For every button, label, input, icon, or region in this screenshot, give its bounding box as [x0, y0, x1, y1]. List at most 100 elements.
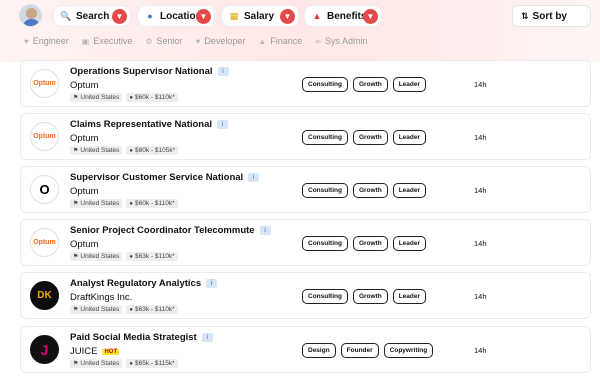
flag-icon: ⚑: [73, 254, 79, 260]
location-tag: ⚑ United States: [70, 305, 123, 314]
company-logo: J: [30, 335, 59, 364]
avatar-shirt: [23, 19, 40, 26]
skill-tag[interactable]: Growth: [352, 183, 388, 198]
skill-tag[interactable]: Leader: [392, 236, 427, 251]
sort-by-button[interactable]: ⇅ Sort by: [512, 5, 591, 27]
location-text: United States: [80, 306, 120, 313]
chevron-down-icon[interactable]: ▼: [112, 9, 127, 24]
job-card[interactable]: Optum Operations Supervisor National i Op…: [20, 60, 591, 107]
salary-tag: ● $65k - $115k*: [126, 359, 178, 368]
info-icon: i: [217, 67, 229, 76]
search-icon: 🔍: [60, 10, 72, 21]
skill-tag[interactable]: Growth: [352, 236, 388, 251]
chip-sys-admin[interactable]: ∞ Sys Admin: [311, 34, 374, 48]
company-logo: O: [30, 175, 59, 204]
sort-icon: ⇅: [521, 10, 529, 21]
job-card[interactable]: J Paid Social Media Strategist i JUICE HOT…: [20, 326, 591, 373]
skill-tag[interactable]: Leader: [392, 77, 427, 92]
company-name: Optum: [70, 186, 99, 197]
posted-age: 14h: [474, 133, 487, 142]
salary-tag: ● $80k - $105k*: [126, 146, 179, 155]
company-name: Optum: [70, 133, 99, 144]
skill-tag[interactable]: Consulting: [302, 183, 348, 198]
job-meta: ⚑ United States ● $63k - $110k*: [70, 252, 178, 261]
infinity-icon: ∞: [315, 36, 321, 46]
job-title[interactable]: Operations Supervisor National i: [70, 66, 229, 77]
chip-label: Senior: [156, 36, 183, 46]
skill-tag[interactable]: Founder: [340, 343, 379, 358]
salary-text: $60k - $110k*: [135, 94, 175, 101]
benefits-filter-label: Benefits: [327, 10, 367, 22]
hot-badge: HOT: [102, 348, 120, 355]
job-title[interactable]: Claims Representative National i: [70, 119, 229, 130]
location-filter[interactable]: ● Location ▼: [137, 5, 215, 27]
skill-tag[interactable]: Leader: [392, 183, 427, 198]
skill-tag[interactable]: Growth: [352, 289, 388, 304]
category-chips: ♥ Engineer ▣ Executive ⚙ Senior ♥ Developer …: [20, 34, 377, 48]
company-name-text: Optum: [70, 186, 99, 197]
skill-tag[interactable]: Design: [302, 343, 336, 358]
job-card[interactable]: Optum Senior Project Coordinator Telecom…: [20, 219, 591, 266]
salary-text: $63k - $110k*: [135, 253, 175, 260]
job-meta: ⚑ United States ● $60k - $110k*: [70, 93, 178, 102]
skill-tags: Consulting Growth Leader: [302, 236, 427, 251]
job-title-text: Analyst Regulatory Analytics: [70, 278, 202, 289]
skill-tags: Consulting Growth Leader: [302, 130, 427, 145]
skill-tag[interactable]: Leader: [392, 130, 427, 145]
chip-label: Executive: [93, 36, 133, 46]
chevron-down-icon[interactable]: ▼: [196, 9, 211, 24]
job-title-text: Claims Representative National: [70, 119, 213, 130]
avatar[interactable]: [19, 4, 42, 27]
company-logo: Optum: [30, 228, 59, 257]
money-bag-icon: ●: [129, 147, 134, 154]
job-title[interactable]: Senior Project Coordinator Telecommute i: [70, 225, 271, 236]
skill-tag[interactable]: Growth: [352, 130, 388, 145]
money-bag-icon: ●: [129, 94, 134, 101]
job-card[interactable]: Optum Claims Representative National i Op…: [20, 113, 591, 160]
skill-tags: Consulting Growth Leader: [302, 183, 427, 198]
skill-tag[interactable]: Consulting: [302, 236, 348, 251]
skill-tag[interactable]: Leader: [392, 289, 427, 304]
job-title[interactable]: Supervisor Customer Service National i: [70, 172, 260, 183]
job-title-text: Operations Supervisor National: [70, 66, 213, 77]
location-text: United States: [80, 200, 120, 207]
chip-label: Developer: [204, 36, 246, 46]
company-name: JUICE HOT: [70, 346, 120, 357]
location-tag: ⚑ United States: [70, 359, 123, 368]
skill-tag[interactable]: Consulting: [302, 77, 348, 92]
benefits-icon: ▲: [312, 11, 322, 21]
chevron-down-icon[interactable]: ▼: [280, 9, 295, 24]
search-filter[interactable]: 🔍 Search ▼: [53, 5, 131, 27]
skill-tags: Design Founder Copywriting: [302, 343, 434, 358]
chevron-down-icon[interactable]: ▼: [363, 9, 378, 24]
chip-label: Finance: [270, 36, 303, 46]
chip-developer[interactable]: ♥ Developer: [192, 34, 253, 48]
skill-tag[interactable]: Growth: [352, 77, 388, 92]
location-tag: ⚑ United States: [70, 146, 123, 155]
chip-senior[interactable]: ⚙ Senior: [141, 34, 189, 48]
flag-icon: ⚑: [73, 95, 79, 101]
chip-finance[interactable]: ▲ Finance: [254, 34, 309, 48]
job-meta: ⚑ United States ● $80k - $105k*: [70, 146, 179, 155]
chip-engineer[interactable]: ♥ Engineer: [20, 34, 76, 48]
job-card[interactable]: O Supervisor Customer Service National i …: [20, 166, 591, 213]
skill-tag[interactable]: Consulting: [302, 289, 348, 304]
company-name-text: Optum: [70, 133, 99, 144]
job-title[interactable]: Analyst Regulatory Analytics i: [70, 278, 218, 289]
skill-tag[interactable]: Copywriting: [383, 343, 434, 358]
salary-tag: ● $60k - $110k*: [126, 199, 178, 208]
job-meta: ⚑ United States ● $63k - $110k*: [70, 305, 178, 314]
job-card[interactable]: DK Analyst Regulatory Analytics i DraftKi…: [20, 272, 591, 319]
posted-age: 14h: [474, 346, 487, 355]
skill-tags: Consulting Growth Leader: [302, 77, 427, 92]
job-title[interactable]: Paid Social Media Strategist i: [70, 332, 213, 343]
company-name: Optum: [70, 239, 99, 250]
skill-tag[interactable]: Consulting: [302, 130, 348, 145]
posted-age: 14h: [474, 80, 487, 89]
salary-filter[interactable]: ▦ Salary ▼: [221, 5, 299, 27]
salary-text: $65k - $115k*: [135, 360, 175, 367]
chip-executive[interactable]: ▣ Executive: [78, 34, 140, 48]
location-text: United States: [80, 94, 120, 101]
company-name-text: DraftKings Inc.: [70, 292, 133, 303]
benefits-filter[interactable]: ▲ Benefits ▼: [304, 5, 382, 27]
